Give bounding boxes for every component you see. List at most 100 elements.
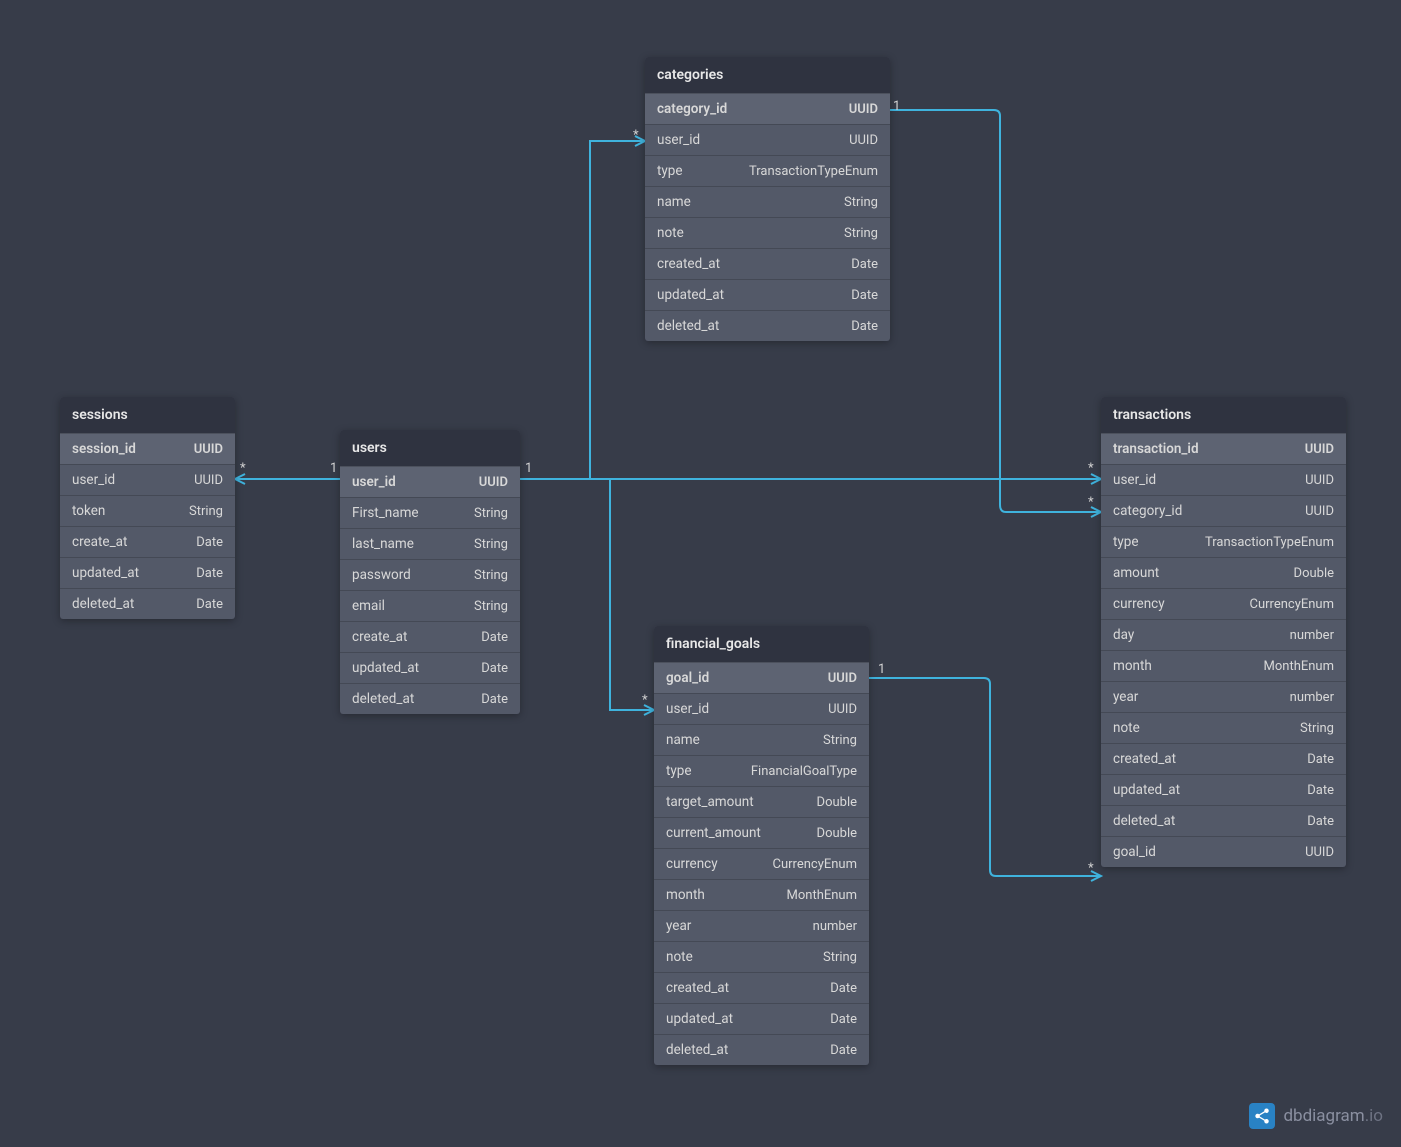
table-row[interactable]: deleted_atDate [60,588,235,619]
field-name: name [666,732,700,748]
table-row[interactable]: user_idUUID [340,466,520,497]
table-row[interactable]: monthMonthEnum [654,879,869,910]
field-type: Date [1307,814,1334,829]
field-type: Date [830,1012,857,1027]
table-row[interactable]: updated_atDate [654,1003,869,1034]
table-row[interactable]: note String [1101,712,1346,743]
table-row[interactable]: goal_idUUID [654,662,869,693]
table-financial_goals[interactable]: financial_goalsgoal_idUUIDuser_idUUIDnam… [654,626,869,1065]
field-type: UUID [1305,845,1334,860]
cardinality-label: 1 [330,461,337,476]
table-row[interactable]: deleted_atDate [1101,805,1346,836]
field-type: Date [196,566,223,581]
table-header[interactable]: categories [645,57,890,93]
table-row[interactable]: create_atDate [60,526,235,557]
field-name: user_id [72,472,115,488]
table-row[interactable]: create_atDate [340,621,520,652]
table-transactions[interactable]: transactionstransaction_idUUIDuser_idUUI… [1101,397,1346,867]
field-type: String [1300,721,1334,736]
field-name: password [352,567,411,583]
table-row[interactable]: nameString [654,724,869,755]
field-type: Date [851,288,878,303]
table-row[interactable]: passwordString [340,559,520,590]
table-row[interactable]: user_idUUID [654,693,869,724]
table-row[interactable]: session_idUUID [60,433,235,464]
table-row[interactable]: user_idUUID [645,124,890,155]
field-type: Date [481,692,508,707]
table-row[interactable]: category_idUUID [645,93,890,124]
field-name: last_name [352,536,414,552]
table-row[interactable]: created_at Date [1101,743,1346,774]
table-row[interactable]: updated_atDate [340,652,520,683]
field-type: Date [196,597,223,612]
cardinality-label: 1 [525,461,532,476]
table-row[interactable]: type TransactionTypeEnum [1101,526,1346,557]
table-row[interactable]: monthMonthEnum [1101,650,1346,681]
field-type: number [1290,628,1334,643]
table-row[interactable]: yearnumber [1101,681,1346,712]
field-name: user_id [666,701,709,717]
table-row[interactable]: tokenString [60,495,235,526]
field-type: CurrencyEnum [1250,597,1334,612]
table-row[interactable]: category_idUUID [1101,495,1346,526]
table-row[interactable]: user_idUUID [1101,464,1346,495]
table-row[interactable]: amountDouble [1101,557,1346,588]
field-name: updated_at [72,565,139,581]
table-row[interactable]: updated_atDate [645,279,890,310]
field-name: note [1113,720,1140,736]
field-type: UUID [1305,442,1334,457]
field-name: updated_at [352,660,419,676]
table-row[interactable]: currencyCurrencyEnum [654,848,869,879]
field-name: type [1113,534,1139,550]
table-row[interactable]: last_name String [340,528,520,559]
table-row[interactable]: deleted_atDate [340,683,520,714]
table-row[interactable]: First_nameString [340,497,520,528]
watermark-text: dbdiagram.io [1283,1106,1383,1126]
field-name: type [657,163,683,179]
field-type: UUID [1305,473,1334,488]
table-row[interactable]: deleted_atDate [654,1034,869,1065]
field-type: TransactionTypeEnum [1205,535,1334,550]
field-type: UUID [479,475,508,490]
field-type: Date [851,257,878,272]
table-row[interactable]: type TransactionTypeEnum [645,155,890,186]
table-header[interactable]: sessions [60,397,235,433]
table-row[interactable]: noteString [645,217,890,248]
field-type: String [474,599,508,614]
table-row[interactable]: user_idUUID [60,464,235,495]
table-row[interactable]: updated_atDate [1101,774,1346,805]
table-row[interactable]: note String [654,941,869,972]
table-row[interactable]: daynumber [1101,619,1346,650]
table-row[interactable]: updated_at Date [60,557,235,588]
table-users[interactable]: usersuser_idUUIDFirst_nameStringlast_nam… [340,430,520,714]
field-name: created_at [1113,751,1176,767]
field-name: note [666,949,693,965]
table-header[interactable]: users [340,430,520,466]
table-row[interactable]: deleted_atDate [645,310,890,341]
field-name: amount [1113,565,1159,581]
field-name: goal_id [1113,844,1156,860]
table-row[interactable]: nameString [645,186,890,217]
table-row[interactable]: created_atDate [654,972,869,1003]
table-row[interactable]: current_amountDouble [654,817,869,848]
table-categories[interactable]: categoriescategory_idUUIDuser_idUUIDtype… [645,57,890,341]
cardinality-label: * [1088,861,1094,876]
table-row[interactable]: transaction_idUUID [1101,433,1346,464]
field-type: String [474,537,508,552]
table-row[interactable]: target_amountDouble [654,786,869,817]
table-row[interactable]: emailString [340,590,520,621]
table-header[interactable]: transactions [1101,397,1346,433]
field-type: CurrencyEnum [773,857,857,872]
field-type: TransactionTypeEnum [749,164,878,179]
table-row[interactable]: goal_id UUID [1101,836,1346,867]
table-row[interactable]: created_atDate [645,248,890,279]
field-type: FinancialGoalType [751,764,857,779]
table-row[interactable]: typeFinancialGoalType [654,755,869,786]
table-sessions[interactable]: sessionssession_idUUIDuser_idUUIDtokenSt… [60,397,235,619]
field-type: Date [1307,752,1334,767]
field-name: First_name [352,505,419,521]
table-row[interactable]: yearnumber [654,910,869,941]
field-type: String [823,950,857,965]
table-header[interactable]: financial_goals [654,626,869,662]
table-row[interactable]: currencyCurrencyEnum [1101,588,1346,619]
